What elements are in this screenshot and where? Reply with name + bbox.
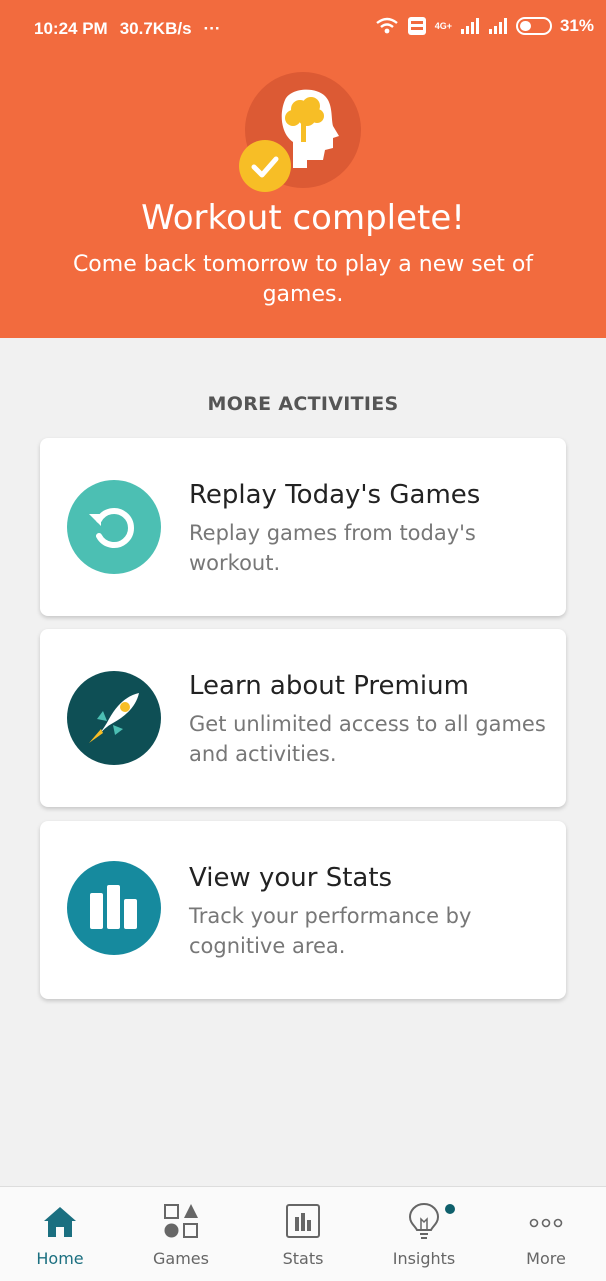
more-icon <box>529 1218 563 1228</box>
nav-label: Home <box>36 1249 84 1268</box>
battery-level: 31% <box>559 16 594 35</box>
nav-games[interactable]: Games <box>131 1187 231 1281</box>
nav-label: More <box>526 1249 566 1268</box>
card-title: View your Stats <box>189 863 393 893</box>
nav-more[interactable]: More <box>496 1187 596 1281</box>
notification-dot <box>445 1204 455 1214</box>
status-bar: 10:24 PM 30.7KB/s ··· 4G+ 31% <box>0 0 606 60</box>
network-type: 4G+ <box>434 21 452 31</box>
signal-icon-2 <box>488 18 507 34</box>
workout-title: Workout complete! <box>141 198 465 238</box>
battery-icon <box>515 17 552 35</box>
nav-insights[interactable]: Insights <box>374 1187 474 1281</box>
card-title: Learn about Premium <box>189 671 469 701</box>
bar-chart-icon <box>67 861 161 955</box>
volte-icon <box>407 17 426 35</box>
wifi-icon <box>375 17 398 34</box>
workout-subtitle: Come back tomorrow to play a new set of … <box>72 252 534 307</box>
replay-icon <box>67 480 161 574</box>
card-description: Replay games from today's workout. <box>189 521 476 575</box>
signal-icon <box>460 18 479 34</box>
nav-label: Stats <box>282 1249 324 1268</box>
card-title: Replay Today's Games <box>189 480 481 510</box>
stats-card[interactable]: View your Stats Track your performance b… <box>40 821 566 999</box>
nav-label: Insights <box>392 1249 456 1268</box>
bottom-nav: Home Games Stats Insights More <box>0 1186 606 1281</box>
nav-stats[interactable]: Stats <box>253 1187 353 1281</box>
status-speed: 30.7KB/s <box>119 19 192 38</box>
games-icon <box>164 1204 198 1238</box>
replay-games-card[interactable]: Replay Today's Games Replay games from t… <box>40 438 566 616</box>
stats-icon <box>286 1204 320 1238</box>
section-label: MORE ACTIVITIES <box>207 393 399 415</box>
nav-home[interactable]: Home <box>10 1187 110 1281</box>
home-icon <box>44 1207 76 1237</box>
premium-card[interactable]: Learn about Premium Get unlimited access… <box>40 629 566 807</box>
check-badge <box>239 140 291 192</box>
status-dots: ··· <box>203 19 221 38</box>
status-time: 10:24 PM <box>34 19 108 38</box>
card-description: Get unlimited access to all games and ac… <box>189 712 546 766</box>
card-description: Track your performance by cognitive area… <box>189 904 472 958</box>
checkmark-icon <box>251 156 279 178</box>
lightbulb-icon <box>408 1202 440 1239</box>
rocket-icon <box>67 671 161 765</box>
nav-label: Games <box>153 1249 209 1268</box>
